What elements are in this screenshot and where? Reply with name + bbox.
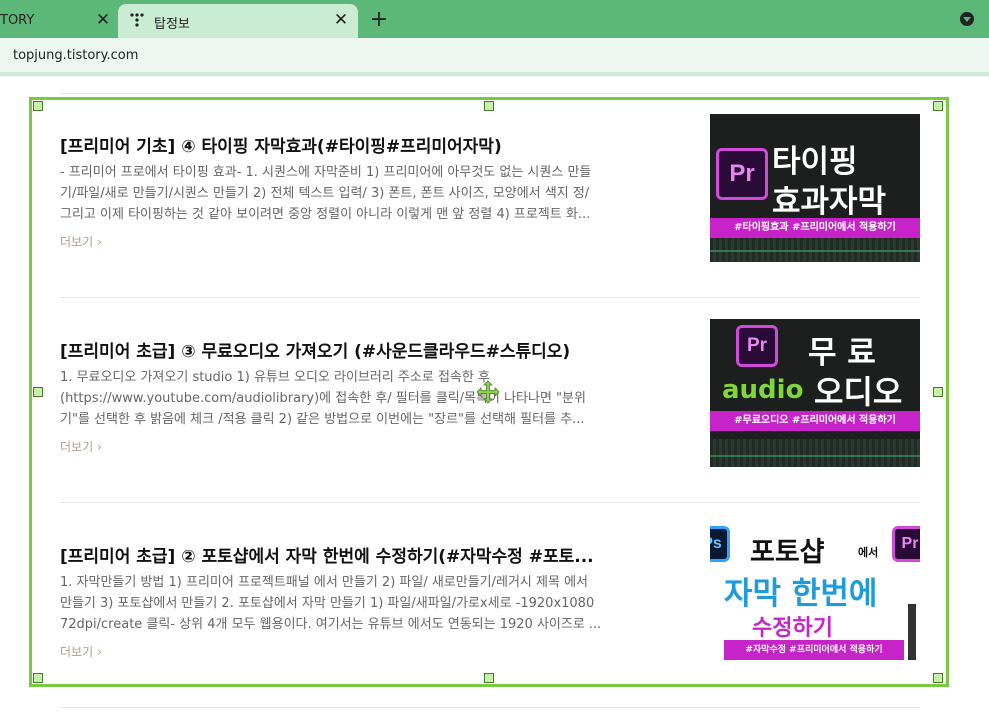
thumb-headline: 타이핑 bbox=[772, 144, 858, 180]
thumb-headline: 무 료 bbox=[808, 335, 876, 371]
close-icon[interactable]: ✕ bbox=[332, 10, 350, 30]
post-thumbnail[interactable]: Pr 타이핑 효과자막 #타이핑효과 #프리미어에서 적용하기 bbox=[710, 114, 920, 262]
tab-bar: TORY ✕ 탑정보 ✕ + bbox=[0, 0, 989, 38]
excerpt-line: 기/파일/새로 만들기/시퀀스 만들기 2) 전체 텍스트 입력/ 3) 폰트,… bbox=[60, 186, 590, 201]
thumb-headline: 자막 한번에 bbox=[724, 576, 878, 612]
thumb-headline: 포토샵 bbox=[750, 537, 825, 568]
post-title[interactable]: [프리미어 초급] ③ 무료오디오 가져오기 (#사운드클라우드#스튜디오) bbox=[60, 337, 660, 362]
post-item: [프리미어 초급] ③ 무료오디오 가져오기 (#사운드클라우드#스튜디오) 1… bbox=[60, 319, 920, 467]
close-icon[interactable]: ✕ bbox=[94, 10, 112, 30]
post-title[interactable]: [프리미어 기초] ④ 타이핑 자막효과(#타이핑#프리미어자막) bbox=[60, 132, 660, 157]
excerpt-line: 72dpi/create 클릭- 상위 4개 모두 웹용이다. 여기서는 유튜브… bbox=[60, 617, 602, 632]
divider bbox=[60, 297, 920, 298]
divider bbox=[60, 93, 920, 94]
post-thumbnail[interactable]: Pr 무 료 audio 오디오 #무료오디오 #프리미어에서 적용하기 bbox=[710, 319, 920, 467]
thumb-tags: #타이핑효과 #프리미어에서 적용하기 bbox=[710, 218, 920, 238]
excerpt-line: 1. 자막만들기 방법 1) 프리미어 프로젝트패널 에서 만들기 2) 파일/… bbox=[60, 575, 588, 590]
more-link[interactable]: 더보기 › bbox=[60, 233, 102, 250]
post-title[interactable]: [프리미어 초급] ② 포토샵에서 자막 한번에 수정하기(#자막수정 #포토.… bbox=[60, 542, 660, 567]
more-link[interactable]: 더보기 › bbox=[60, 643, 102, 660]
excerpt-line: 그리고 이제 타이핑하는 것 같아 보이려면 중앙 정렬이 아니라 이렇게 맨 … bbox=[60, 207, 591, 222]
thumb-slider-graphic bbox=[908, 604, 916, 660]
chevron-right-icon: › bbox=[97, 440, 102, 454]
resize-handle-bottom-left[interactable] bbox=[33, 673, 43, 683]
address-bar[interactable]: topjung.tistory.com bbox=[0, 38, 989, 72]
thumb-subtext: 에서 bbox=[858, 546, 879, 559]
more-label: 더보기 bbox=[60, 645, 94, 659]
resize-handle-top-left[interactable] bbox=[33, 101, 43, 111]
premiere-logo-icon: Pr bbox=[736, 325, 778, 367]
thumb-audio-word: audio bbox=[722, 375, 804, 405]
tab-topjeongbo[interactable]: 탑정보 ✕ bbox=[118, 4, 358, 38]
post-excerpt[interactable]: - 프리미어 프로에서 타이핑 효과- 1. 시퀀스에 자막준비 1) 프리미어… bbox=[60, 162, 632, 225]
thumb-headline: 수정하기 bbox=[752, 616, 833, 641]
waveform-graphic bbox=[710, 439, 920, 467]
premiere-logo-icon: Pr bbox=[892, 526, 920, 562]
excerpt-line: 만들기 3) 포토샵에서 만들기 2. 포토샵에서 자막 만들기 1) 파일/새… bbox=[60, 596, 595, 611]
excerpt-line: - 프리미어 프로에서 타이핑 효과- 1. 시퀀스에 자막준비 1) 프리미어… bbox=[60, 165, 592, 180]
chevron-right-icon: › bbox=[97, 645, 102, 659]
resize-handle-top-right[interactable] bbox=[933, 101, 943, 111]
more-link[interactable]: 더보기 › bbox=[60, 438, 102, 455]
post-item: [프리미어 초급] ② 포토샵에서 자막 한번에 수정하기(#자막수정 #포토.… bbox=[60, 524, 920, 672]
more-label: 더보기 bbox=[60, 235, 94, 249]
waveform-line bbox=[710, 455, 920, 457]
thumb-tags: #자막수정 #프리미어에서 적용하기 bbox=[724, 640, 904, 660]
url-text[interactable]: topjung.tistory.com bbox=[13, 48, 138, 63]
more-label: 더보기 bbox=[60, 440, 94, 454]
photoshop-logo-icon: Ps bbox=[710, 526, 730, 562]
divider bbox=[60, 707, 920, 708]
post-excerpt[interactable]: 1. 무료오디오 가져오기 studio 1) 유튜브 오디오 라이브러리 주소… bbox=[60, 367, 632, 430]
post-thumbnail[interactable]: Ps Pr 포토샵 에서 자막 한번에 수정하기 #자막수정 #프리미어에서 적… bbox=[710, 524, 920, 672]
favicon-icon bbox=[130, 13, 144, 27]
waveform-line bbox=[710, 250, 920, 252]
tab-menu-icon[interactable] bbox=[960, 12, 974, 26]
excerpt-line: 1. 무료오디오 가져오기 studio 1) 유튜브 오디오 라이브러리 주소… bbox=[60, 370, 490, 385]
post-excerpt[interactable]: 1. 자막만들기 방법 1) 프리미어 프로젝트패널 에서 만들기 2) 파일/… bbox=[60, 572, 632, 635]
new-tab-button[interactable]: + bbox=[369, 7, 389, 32]
resize-handle-top[interactable] bbox=[484, 101, 494, 111]
divider bbox=[60, 502, 920, 503]
premiere-logo-icon: Pr bbox=[716, 148, 768, 200]
post-list: [프리미어 기초] ④ 타이핑 자막효과(#타이핑#프리미어자막) - 프리미어… bbox=[0, 76, 989, 717]
resize-handle-bottom-right[interactable] bbox=[933, 673, 943, 683]
resize-handle-right[interactable] bbox=[933, 387, 943, 397]
thumb-headline: 효과자막 bbox=[772, 184, 887, 220]
thumb-tags: #무료오디오 #프리미어에서 적용하기 bbox=[710, 411, 920, 431]
chevron-right-icon: › bbox=[97, 235, 102, 249]
excerpt-line: (https://www.youtube.com/audiolibrary)에 … bbox=[60, 391, 586, 406]
waveform-graphic bbox=[710, 234, 920, 262]
post-item: [프리미어 기초] ④ 타이핑 자막효과(#타이핑#프리미어자막) - 프리미어… bbox=[60, 114, 920, 262]
resize-handle-left[interactable] bbox=[33, 387, 43, 397]
excerpt-line: 기"를 선택한 후 밝음에 체크 /적용 클릭 2) 같은 방법으로 이번에는 … bbox=[60, 412, 585, 427]
tab-label: 탑정보 bbox=[154, 17, 190, 32]
tab-tistory[interactable]: TORY ✕ bbox=[0, 4, 118, 38]
tab-label: TORY bbox=[0, 13, 35, 28]
thumb-headline: 오디오 bbox=[814, 373, 903, 411]
resize-handle-bottom[interactable] bbox=[484, 673, 494, 683]
